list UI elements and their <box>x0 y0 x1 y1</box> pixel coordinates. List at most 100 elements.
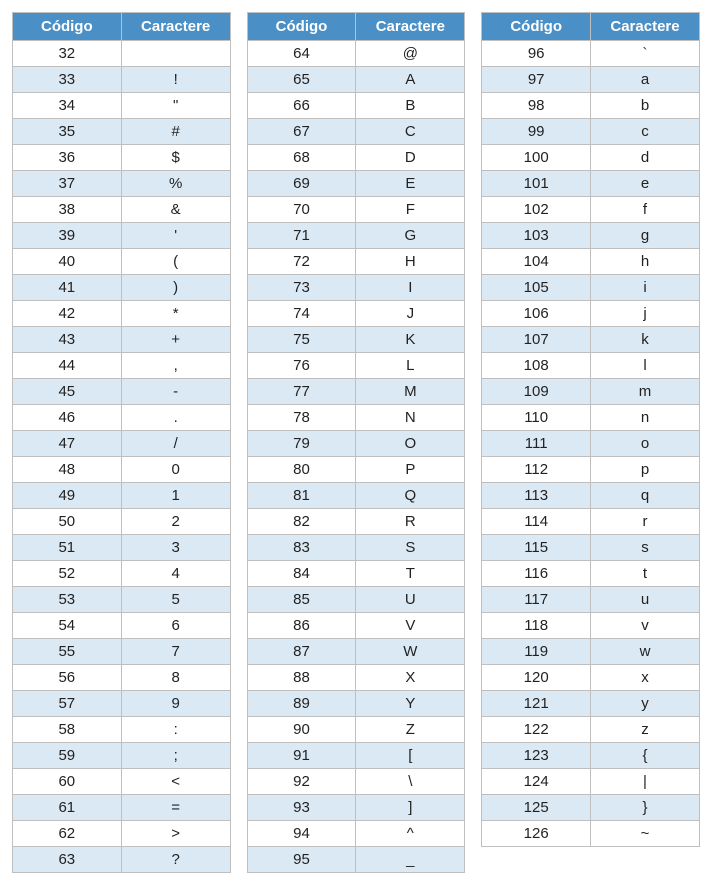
cell-code: 35 <box>13 119 122 145</box>
table-row: 76L <box>247 353 465 379</box>
table-row: 502 <box>13 509 231 535</box>
cell-code: 78 <box>247 405 356 431</box>
cell-char: m <box>590 379 699 405</box>
cell-char: X <box>356 665 465 691</box>
table-row: 71G <box>247 223 465 249</box>
cell-char: s <box>590 535 699 561</box>
table-row: 59; <box>13 743 231 769</box>
table-row: 568 <box>13 665 231 691</box>
cell-char: / <box>121 431 230 457</box>
cell-code: 84 <box>247 561 356 587</box>
cell-code: 48 <box>13 457 122 483</box>
cell-char: b <box>590 93 699 119</box>
cell-char: z <box>590 717 699 743</box>
cell-code: 64 <box>247 41 356 67</box>
cell-char: L <box>356 353 465 379</box>
table-row: 120x <box>482 665 700 691</box>
table-row: 123{ <box>482 743 700 769</box>
cell-code: 41 <box>13 275 122 301</box>
header-char: Caractere <box>590 13 699 41</box>
table-row: 107k <box>482 327 700 353</box>
cell-code: 111 <box>482 431 591 457</box>
cell-char: O <box>356 431 465 457</box>
table-row: 491 <box>13 483 231 509</box>
cell-code: 69 <box>247 171 356 197</box>
cell-code: 100 <box>482 145 591 171</box>
table-row: 126~ <box>482 821 700 847</box>
cell-char <box>121 41 230 67</box>
table-row: 62> <box>13 821 231 847</box>
cell-code: 97 <box>482 67 591 93</box>
cell-char: E <box>356 171 465 197</box>
cell-char: < <box>121 769 230 795</box>
cell-code: 59 <box>13 743 122 769</box>
table-row: 73I <box>247 275 465 301</box>
cell-code: 125 <box>482 795 591 821</box>
table-row: 106j <box>482 301 700 327</box>
cell-code: 74 <box>247 301 356 327</box>
cell-char: 6 <box>121 613 230 639</box>
cell-code: 56 <box>13 665 122 691</box>
cell-char: U <box>356 587 465 613</box>
table-row: 535 <box>13 587 231 613</box>
cell-code: 49 <box>13 483 122 509</box>
table-row: 109m <box>482 379 700 405</box>
cell-char: x <box>590 665 699 691</box>
cell-code: 99 <box>482 119 591 145</box>
cell-code: 44 <box>13 353 122 379</box>
table-row: 61= <box>13 795 231 821</box>
table-row: 524 <box>13 561 231 587</box>
cell-code: 92 <box>247 769 356 795</box>
table-row: 39' <box>13 223 231 249</box>
table-row: 47/ <box>13 431 231 457</box>
cell-char: k <box>590 327 699 353</box>
cell-char: H <box>356 249 465 275</box>
cell-char: T <box>356 561 465 587</box>
table-row: 92\ <box>247 769 465 795</box>
cell-code: 113 <box>482 483 591 509</box>
cell-char: W <box>356 639 465 665</box>
cell-code: 50 <box>13 509 122 535</box>
table-row: 91[ <box>247 743 465 769</box>
cell-code: 40 <box>13 249 122 275</box>
table-row: 122z <box>482 717 700 743</box>
table-row: 43+ <box>13 327 231 353</box>
cell-char: q <box>590 483 699 509</box>
cell-code: 124 <box>482 769 591 795</box>
cell-char: 1 <box>121 483 230 509</box>
cell-code: 47 <box>13 431 122 457</box>
cell-code: 83 <box>247 535 356 561</box>
cell-char: a <box>590 67 699 93</box>
cell-code: 37 <box>13 171 122 197</box>
cell-char: V <box>356 613 465 639</box>
cell-char: . <box>121 405 230 431</box>
cell-char: r <box>590 509 699 535</box>
cell-code: 67 <box>247 119 356 145</box>
cell-code: 82 <box>247 509 356 535</box>
table-row: 100d <box>482 145 700 171</box>
cell-char: % <box>121 171 230 197</box>
table-row: 38& <box>13 197 231 223</box>
cell-code: 46 <box>13 405 122 431</box>
cell-code: 36 <box>13 145 122 171</box>
cell-char: & <box>121 197 230 223</box>
table-row: 93] <box>247 795 465 821</box>
cell-char: # <box>121 119 230 145</box>
table-row: 105i <box>482 275 700 301</box>
table-row: 101e <box>482 171 700 197</box>
cell-char: } <box>590 795 699 821</box>
cell-code: 126 <box>482 821 591 847</box>
cell-code: 38 <box>13 197 122 223</box>
cell-char: N <box>356 405 465 431</box>
cell-char: D <box>356 145 465 171</box>
cell-code: 89 <box>247 691 356 717</box>
table-row: 124| <box>482 769 700 795</box>
table-row: 84T <box>247 561 465 587</box>
table-row: 86V <box>247 613 465 639</box>
table-row: 96` <box>482 41 700 67</box>
table-row: 67C <box>247 119 465 145</box>
cell-char: ' <box>121 223 230 249</box>
cell-code: 57 <box>13 691 122 717</box>
table-row: 41) <box>13 275 231 301</box>
cell-char: K <box>356 327 465 353</box>
